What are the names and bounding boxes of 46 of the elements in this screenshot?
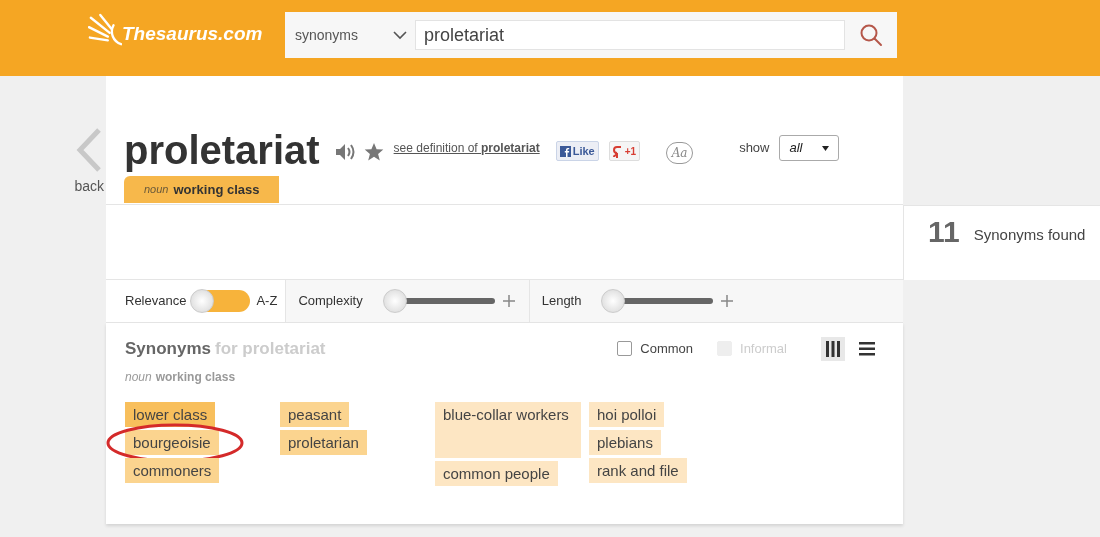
synonym-link[interactable]: hoi polloi bbox=[589, 401, 665, 427]
synonym-link[interactable]: commoners bbox=[125, 457, 220, 483]
sense-pos: noun bbox=[125, 368, 152, 386]
definition-link[interactable]: see definition of proletariat bbox=[393, 139, 540, 157]
synonym-link[interactable]: rank and file bbox=[589, 457, 687, 483]
checkbox-label[interactable]: Common bbox=[640, 339, 694, 359]
facebook-icon bbox=[559, 145, 571, 157]
search-field[interactable]: proletariat bbox=[415, 20, 845, 50]
back-link[interactable]: back bbox=[74, 176, 104, 197]
search-icon[interactable] bbox=[859, 23, 883, 47]
result-label: Synonyms found bbox=[973, 225, 1086, 245]
slider-label: Complexity bbox=[298, 292, 363, 311]
plus-one-button[interactable]: +1 bbox=[608, 141, 641, 161]
slider-thumb[interactable] bbox=[382, 289, 407, 313]
a-z-label: A-Z bbox=[256, 292, 278, 311]
plus-icon[interactable] bbox=[721, 295, 734, 307]
relevance-label: Relevance bbox=[125, 292, 187, 311]
search-type-dropdown[interactable]: synonyms bbox=[295, 24, 415, 46]
sort-toggle[interactable] bbox=[192, 290, 251, 312]
plus-icon[interactable] bbox=[502, 295, 515, 307]
show-dropdown[interactable]: all bbox=[779, 135, 840, 161]
synonym-link[interactable]: bourgeoisie bbox=[125, 429, 219, 455]
slider-label: Length bbox=[541, 292, 582, 311]
chevron-down-icon[interactable] bbox=[393, 30, 407, 40]
checkbox[interactable] bbox=[617, 341, 633, 357]
synonym-link[interactable]: common people bbox=[435, 460, 558, 486]
synonym-link[interactable]: proletarian bbox=[280, 429, 367, 455]
sense-tab[interactable]: noun working class bbox=[124, 176, 280, 203]
sense-label: working class bbox=[155, 368, 236, 386]
sunburst-icon bbox=[88, 13, 122, 48]
synonym-link[interactable]: peasant bbox=[280, 401, 350, 427]
result-count: 11 bbox=[928, 214, 960, 250]
column-view-button[interactable] bbox=[821, 336, 845, 361]
like-button[interactable]: Like bbox=[555, 141, 599, 161]
show-label: show bbox=[739, 139, 770, 158]
speaker-icon[interactable] bbox=[333, 142, 356, 162]
caret-icon bbox=[822, 145, 830, 151]
headword: proletariat bbox=[124, 128, 320, 172]
star-icon[interactable] bbox=[363, 142, 384, 162]
slider[interactable] bbox=[382, 289, 495, 313]
synonyms-title: Synonyms bbox=[125, 338, 211, 360]
synonym-link[interactable]: lower class bbox=[125, 401, 216, 427]
synonym-link[interactable]: plebians bbox=[589, 429, 661, 455]
slider[interactable] bbox=[601, 289, 714, 313]
synonym-link[interactable]: blue-collar workers bbox=[435, 401, 581, 458]
slider-thumb[interactable] bbox=[601, 289, 626, 313]
